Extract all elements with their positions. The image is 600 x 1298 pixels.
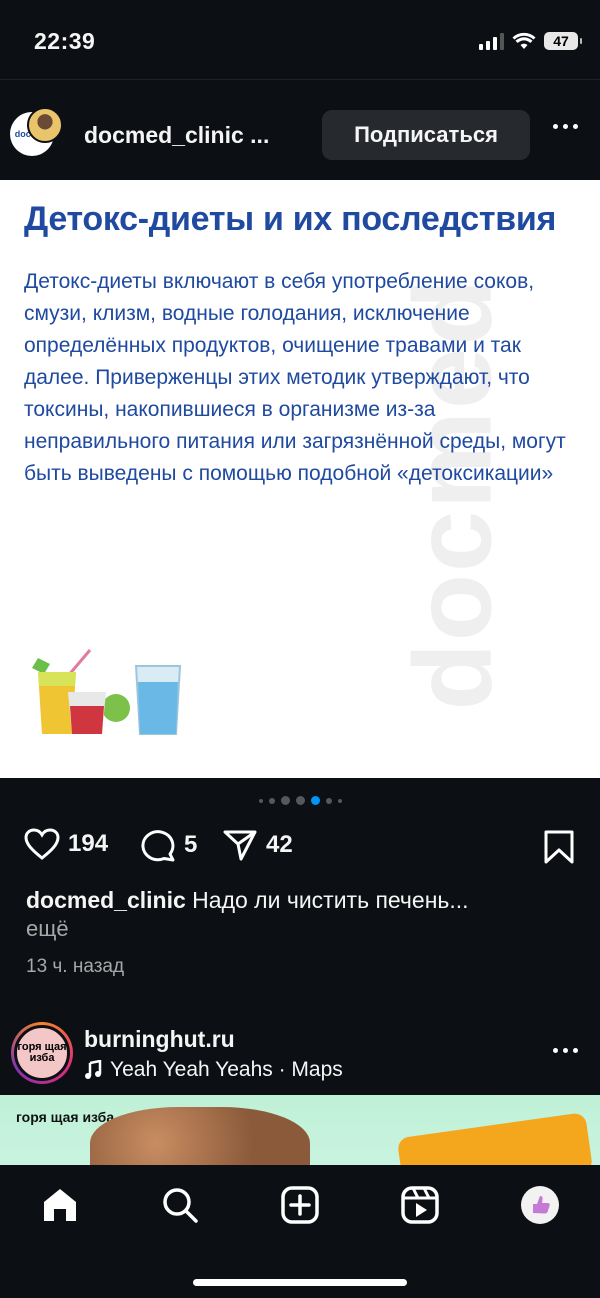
carousel-indicator	[0, 796, 600, 805]
music-label: Yeah Yeah Yeahs · Maps	[110, 1058, 343, 1081]
comment-button[interactable]: 5	[140, 828, 197, 862]
like-button[interactable]: 194	[24, 828, 108, 860]
caption-username[interactable]: docmed_clinic	[26, 887, 186, 913]
sign-illustration	[396, 1112, 594, 1165]
like-count: 194	[68, 830, 109, 857]
status-time: 22:39	[34, 28, 96, 54]
post-image-2[interactable]: горя щая изба	[0, 1095, 600, 1165]
share-count: 42	[266, 831, 293, 858]
post-image[interactable]: docmed Детокс-диеты и их последствия Дет…	[0, 180, 600, 778]
carousel-dot	[295, 796, 305, 805]
cellular-signal-icon	[479, 32, 504, 50]
post-header: docmed docmed_clinic ... Подписаться	[0, 92, 600, 180]
post-image-body: Детокс-диеты включают в себя употреблени…	[24, 270, 566, 485]
drinks-illustration	[32, 649, 182, 735]
bottom-tab-bar	[0, 1165, 600, 1298]
carousel-dot	[258, 798, 263, 803]
carousel-dot	[337, 798, 342, 803]
story-avatar[interactable]: горя щая изба	[11, 1022, 73, 1084]
send-icon	[223, 830, 257, 861]
carousel-dot	[268, 797, 275, 804]
music-note-icon	[85, 1060, 102, 1079]
cat-illustration	[90, 1107, 310, 1165]
more-options-icon[interactable]	[553, 124, 578, 129]
post-header-2: горя щая изба burninghut.ru Yeah Yeah Ye…	[0, 1016, 600, 1094]
collab-avatar[interactable]	[27, 107, 63, 143]
home-indicator[interactable]	[193, 1279, 407, 1286]
music-attribution[interactable]: Yeah Yeah Yeahs · Maps	[84, 1058, 343, 1082]
post-actions: 194 5 42	[0, 820, 600, 874]
carousel-dot	[280, 796, 290, 805]
post-caption[interactable]: docmed_clinic Надо ли чистить печень...	[26, 884, 586, 916]
tab-create[interactable]	[280, 1185, 320, 1225]
caption-text: Надо ли чистить печень...	[192, 887, 469, 913]
profile-icon	[521, 1186, 559, 1224]
create-icon	[281, 1186, 319, 1224]
post-image-title: Детокс-диеты и их последствия	[24, 200, 557, 238]
post-username[interactable]: docmed_clinic ...	[84, 122, 269, 149]
post-timestamp: 13 ч. назад	[26, 956, 125, 977]
battery-indicator: 47	[544, 32, 582, 50]
tab-home[interactable]	[40, 1185, 80, 1225]
search-icon	[163, 1188, 198, 1223]
post-username-2[interactable]: burninghut.ru	[84, 1026, 235, 1053]
status-bar: 22:39 47	[0, 0, 600, 80]
follow-button[interactable]: Подписаться	[322, 110, 530, 160]
comment-count: 5	[184, 831, 198, 858]
share-button[interactable]: 42	[222, 828, 293, 862]
avatar-text: горя щая изба	[14, 1025, 70, 1081]
heart-icon	[24, 828, 60, 860]
bookmark-icon[interactable]	[544, 830, 574, 864]
tab-search[interactable]	[160, 1185, 200, 1225]
more-options-icon[interactable]	[553, 1048, 578, 1053]
comment-icon	[141, 830, 175, 862]
wifi-icon	[512, 32, 536, 49]
status-icons: 47	[479, 32, 582, 50]
tab-profile[interactable]	[520, 1185, 560, 1225]
reels-icon	[401, 1186, 439, 1224]
carousel-dot-active	[310, 796, 320, 805]
divider	[0, 79, 600, 80]
image-logo-text: горя щая изба	[16, 1109, 115, 1125]
tab-reels[interactable]	[400, 1185, 440, 1225]
carousel-dot	[325, 797, 332, 804]
caption-more-link[interactable]: ещё	[26, 916, 69, 942]
home-icon	[44, 1189, 76, 1221]
